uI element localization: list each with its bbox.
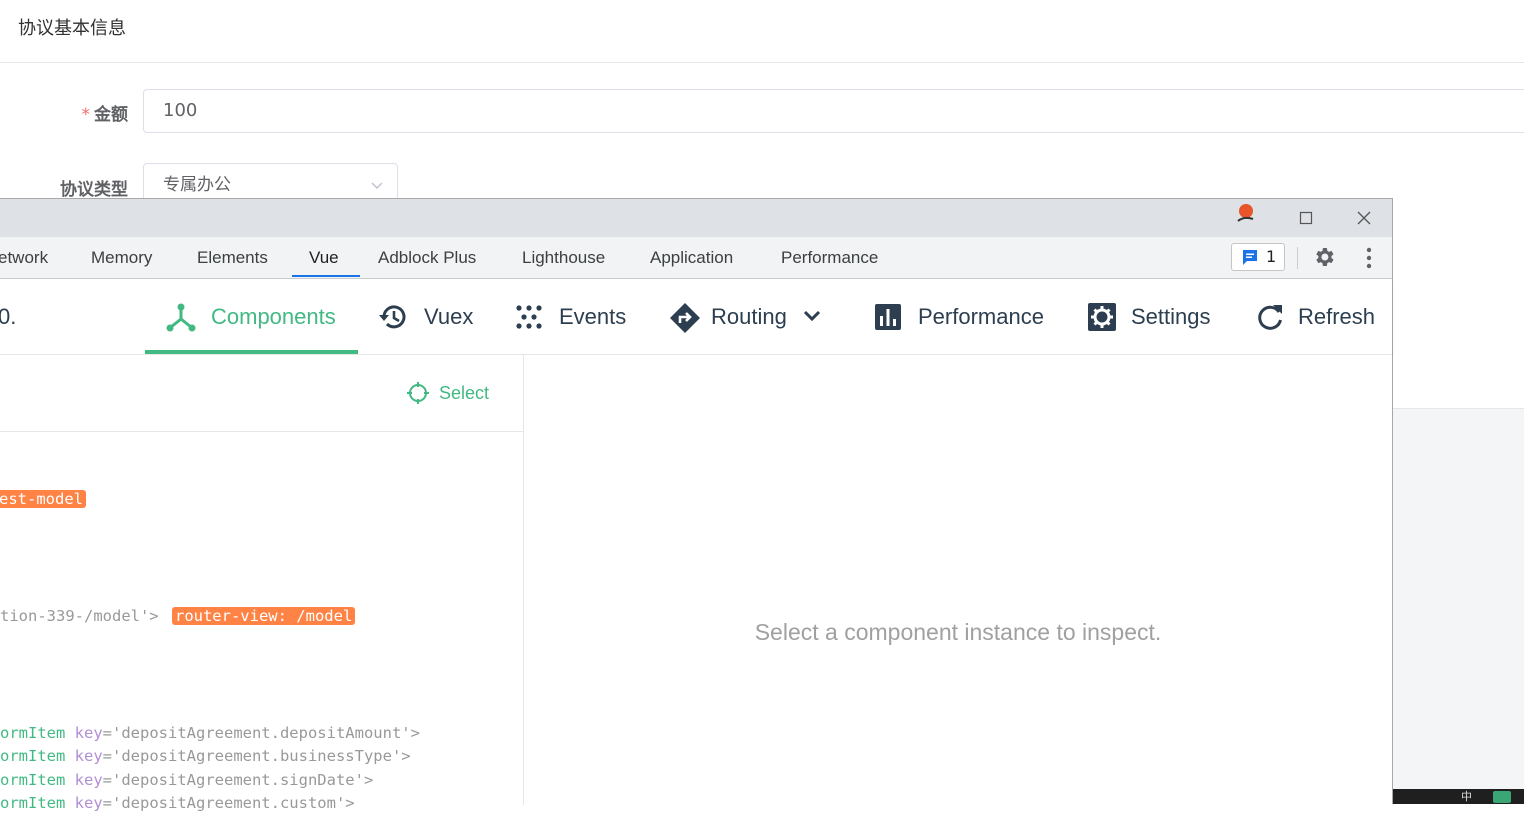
- maximize-icon[interactable]: [1295, 207, 1317, 229]
- tree-node[interactable]: tion-339-/model'> router-view: /model: [0, 605, 356, 627]
- devtools-titlebar[interactable]: [0, 199, 1392, 237]
- issues-count: 1: [1266, 247, 1277, 266]
- tab-vue[interactable]: Vue: [309, 237, 339, 278]
- events-icon: [516, 305, 542, 329]
- history-icon: [379, 305, 406, 329]
- component-inspector: Select a component instance to inspect.: [524, 355, 1392, 805]
- tree-node[interactable]: ormItem key='depositAgreement.depositAmo…: [0, 722, 420, 744]
- devtools-window: etwork Memory Elements Vue Adblock Plus …: [0, 198, 1393, 812]
- routing-icon: [670, 303, 700, 333]
- route-badge: est-model: [0, 490, 86, 508]
- refresh-icon: [1258, 305, 1282, 330]
- amount-label: * 金额: [81, 105, 129, 125]
- ime-indicator[interactable]: 中: [1461, 789, 1472, 804]
- tab-events[interactable]: Events: [515, 279, 635, 354]
- tab-performance[interactable]: Performance: [781, 237, 878, 278]
- tab-settings[interactable]: Settings: [1087, 279, 1217, 354]
- close-icon[interactable]: [1353, 207, 1375, 229]
- active-vtab-indicator: [145, 350, 358, 354]
- tab-network[interactable]: etwork: [0, 237, 48, 278]
- more-vert-icon[interactable]: [1361, 246, 1377, 270]
- crosshair-icon: [407, 382, 429, 404]
- tree-node[interactable]: est-model: [0, 488, 86, 510]
- components-icon: [166, 303, 196, 332]
- tree-node[interactable]: ormItem key='depositAgreement.signDate'>: [0, 769, 373, 791]
- vue-toolbar: 0. Components Vuex Events Routing Perfor…: [0, 279, 1392, 355]
- app-right-panel: [1393, 198, 1524, 409]
- devtools-tabs: etwork Memory Elements Vue Adblock Plus …: [0, 237, 1392, 279]
- empty-inspector-message: Select a component instance to inspect.: [754, 619, 1162, 645]
- tab-components[interactable]: Components: [166, 279, 346, 354]
- tab-routing[interactable]: Routing: [669, 279, 829, 354]
- component-tree-pane: Select est-model tion-339-/model'> route…: [0, 355, 524, 812]
- issues-button[interactable]: 1: [1231, 243, 1285, 271]
- app-header: 协议基本信息: [0, 0, 1524, 63]
- tab-lighthouse[interactable]: Lighthouse: [522, 237, 605, 278]
- chevron-down-icon: [371, 182, 383, 190]
- section-title: 协议基本信息: [18, 18, 126, 39]
- tab-elements[interactable]: Elements: [197, 237, 268, 278]
- router-view-badge: router-view: /model: [171, 607, 356, 625]
- tree-node[interactable]: ormItem key='depositAgreement.businessTy…: [0, 745, 411, 767]
- tree-node[interactable]: ormItem key='depositAgreement.custom'>: [0, 792, 355, 814]
- agreement-type-label: 协议类型: [60, 180, 128, 200]
- amount-input[interactable]: 100: [143, 89, 1524, 133]
- chevron-down-icon[interactable]: [803, 309, 821, 323]
- agreement-type-value: 专属办公: [163, 175, 231, 195]
- vue-version: 0.: [0, 304, 17, 329]
- tab-vuex[interactable]: Vuex: [378, 279, 478, 354]
- active-tab-indicator: [292, 275, 360, 277]
- extension-icon[interactable]: [1234, 202, 1256, 224]
- refresh-button[interactable]: Refresh: [1255, 279, 1385, 354]
- tab-performance-vue[interactable]: Performance: [874, 279, 1054, 354]
- settings-icon: [1088, 303, 1116, 331]
- bar-chart-icon: [875, 304, 901, 330]
- tab-memory[interactable]: Memory: [91, 237, 152, 278]
- tree-toolbar: Select: [0, 355, 523, 432]
- message-icon: [1243, 250, 1257, 265]
- app-background-area: [1393, 409, 1524, 789]
- taskbar: 中: [1393, 789, 1524, 804]
- tab-application[interactable]: Application: [650, 237, 733, 278]
- toolbar-separator: [1297, 247, 1298, 269]
- tray-app-icon[interactable]: [1493, 791, 1511, 803]
- tab-adblock-plus[interactable]: Adblock Plus: [378, 237, 476, 278]
- gear-icon[interactable]: [1312, 245, 1336, 269]
- required-mark: *: [81, 105, 91, 125]
